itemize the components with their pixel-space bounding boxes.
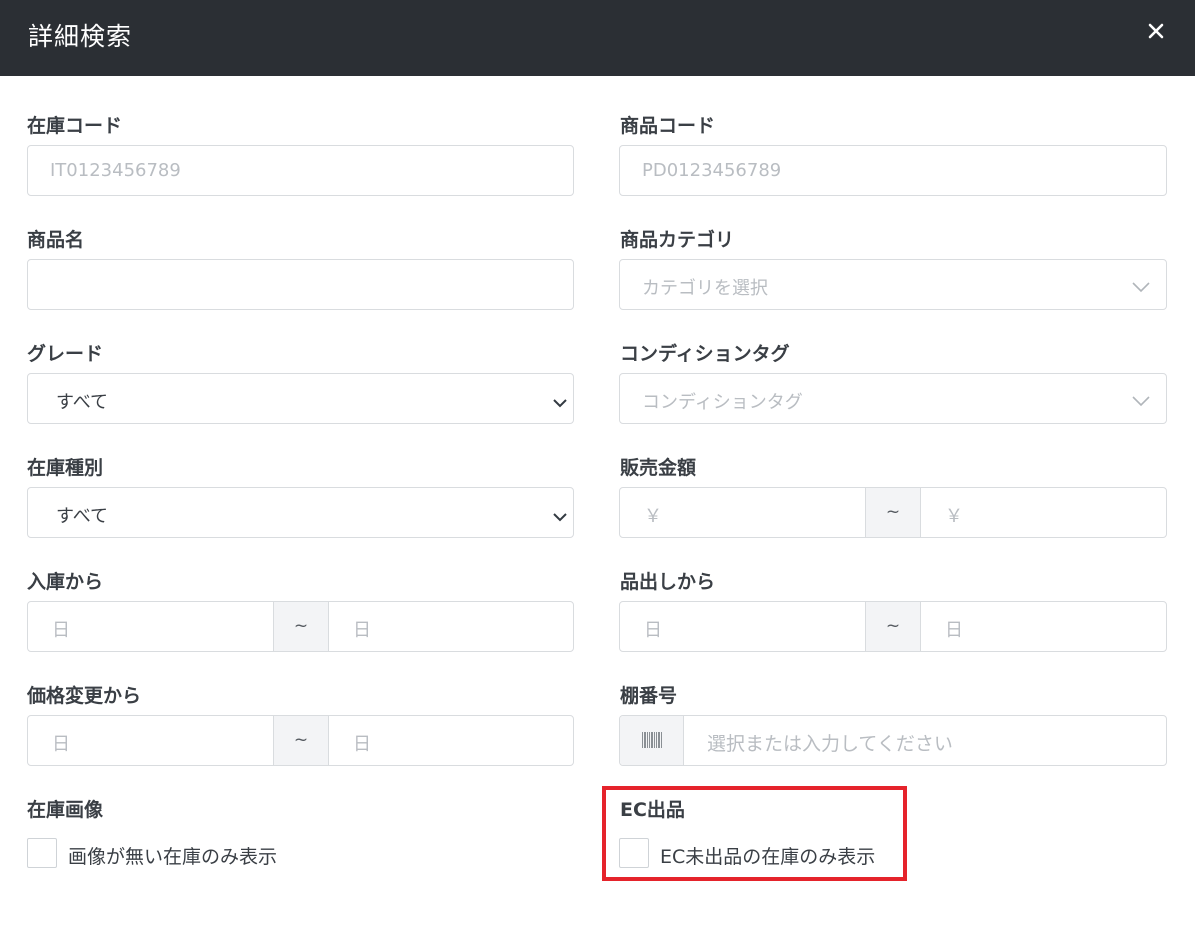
received-date-to-input[interactable]: 日 bbox=[329, 602, 573, 651]
barcode-scan-button[interactable] bbox=[620, 716, 684, 765]
grade-select[interactable]: すべて bbox=[27, 373, 574, 424]
product-code-placeholder: PD0123456789 bbox=[642, 160, 782, 181]
price-changed-date-to-input[interactable]: 日 bbox=[329, 716, 573, 765]
range-separator: ~ bbox=[865, 488, 921, 537]
sales-price-range: ￥ ~ ￥ bbox=[619, 487, 1167, 538]
day-placeholder: 日 bbox=[945, 620, 963, 641]
stock-type-selected-value: すべて bbox=[56, 506, 109, 527]
price-changed-from-label: 価格変更から bbox=[27, 685, 142, 707]
highlight-box bbox=[602, 786, 907, 881]
no-image-only-checkbox-label[interactable]: 画像が無い在庫のみ表示 bbox=[68, 842, 277, 869]
price-changed-date-range: 日 ~ 日 bbox=[27, 715, 574, 766]
day-placeholder: 日 bbox=[644, 620, 662, 641]
modal-title: 詳細検索 bbox=[28, 22, 133, 51]
stock-code-placeholder: IT0123456789 bbox=[50, 160, 181, 181]
day-placeholder: 日 bbox=[353, 620, 371, 641]
chevron-down-icon bbox=[1132, 278, 1150, 297]
price-changed-date-from-input[interactable]: 日 bbox=[28, 716, 273, 765]
listed-date-range: 日 ~ 日 bbox=[619, 601, 1167, 652]
listed-date-to-input[interactable]: 日 bbox=[921, 602, 1166, 651]
product-name-input[interactable] bbox=[27, 259, 574, 310]
product-category-select[interactable]: カテゴリを選択 bbox=[619, 259, 1167, 310]
condition-tag-placeholder: コンディションタグ bbox=[642, 392, 803, 413]
received-date-from-input[interactable]: 日 bbox=[28, 602, 273, 651]
day-placeholder: 日 bbox=[52, 620, 70, 641]
day-placeholder: 日 bbox=[52, 734, 70, 755]
chevron-down-icon bbox=[553, 507, 567, 526]
received-from-label: 入庫から bbox=[27, 571, 104, 593]
product-category-placeholder: カテゴリを選択 bbox=[642, 278, 768, 299]
range-separator: ~ bbox=[273, 602, 329, 651]
grade-selected-value: すべて bbox=[56, 392, 109, 413]
shelf-number-placeholder: 選択または入力してください bbox=[707, 733, 953, 755]
stock-code-input[interactable]: IT0123456789 bbox=[27, 145, 574, 196]
close-icon[interactable] bbox=[1143, 18, 1169, 44]
product-category-label: 商品カテゴリ bbox=[620, 229, 735, 251]
chevron-down-icon bbox=[1132, 392, 1150, 411]
listed-date-from-input[interactable]: 日 bbox=[620, 602, 865, 651]
modal-header: 詳細検索 bbox=[0, 0, 1195, 76]
sales-price-label: 販売金額 bbox=[620, 457, 697, 479]
condition-tag-label: コンディションタグ bbox=[620, 343, 790, 365]
stock-code-label: 在庫コード bbox=[27, 115, 123, 137]
received-date-range: 日 ~ 日 bbox=[27, 601, 574, 652]
day-placeholder: 日 bbox=[353, 734, 371, 755]
yen-placeholder: ￥ bbox=[644, 506, 662, 527]
stock-type-label: 在庫種別 bbox=[27, 457, 104, 479]
shelf-number-label: 棚番号 bbox=[620, 685, 678, 707]
range-separator: ~ bbox=[865, 602, 921, 651]
stock-type-select[interactable]: すべて bbox=[27, 487, 574, 538]
sales-price-min-input[interactable]: ￥ bbox=[620, 488, 865, 537]
product-code-label: 商品コード bbox=[620, 115, 716, 137]
product-name-label: 商品名 bbox=[27, 229, 85, 251]
condition-tag-select[interactable]: コンディションタグ bbox=[619, 373, 1167, 424]
yen-placeholder: ￥ bbox=[945, 506, 963, 527]
listed-from-label: 品出しから bbox=[620, 571, 716, 593]
stock-image-label: 在庫画像 bbox=[27, 799, 104, 821]
chevron-down-icon bbox=[553, 393, 567, 412]
shelf-number-input[interactable]: 選択または入力してください bbox=[619, 715, 1167, 766]
range-separator: ~ bbox=[273, 716, 329, 765]
no-image-only-checkbox[interactable] bbox=[27, 838, 57, 868]
barcode-icon bbox=[641, 731, 663, 753]
product-code-input[interactable]: PD0123456789 bbox=[619, 145, 1167, 196]
grade-label: グレード bbox=[27, 343, 104, 365]
sales-price-max-input[interactable]: ￥ bbox=[921, 488, 1166, 537]
